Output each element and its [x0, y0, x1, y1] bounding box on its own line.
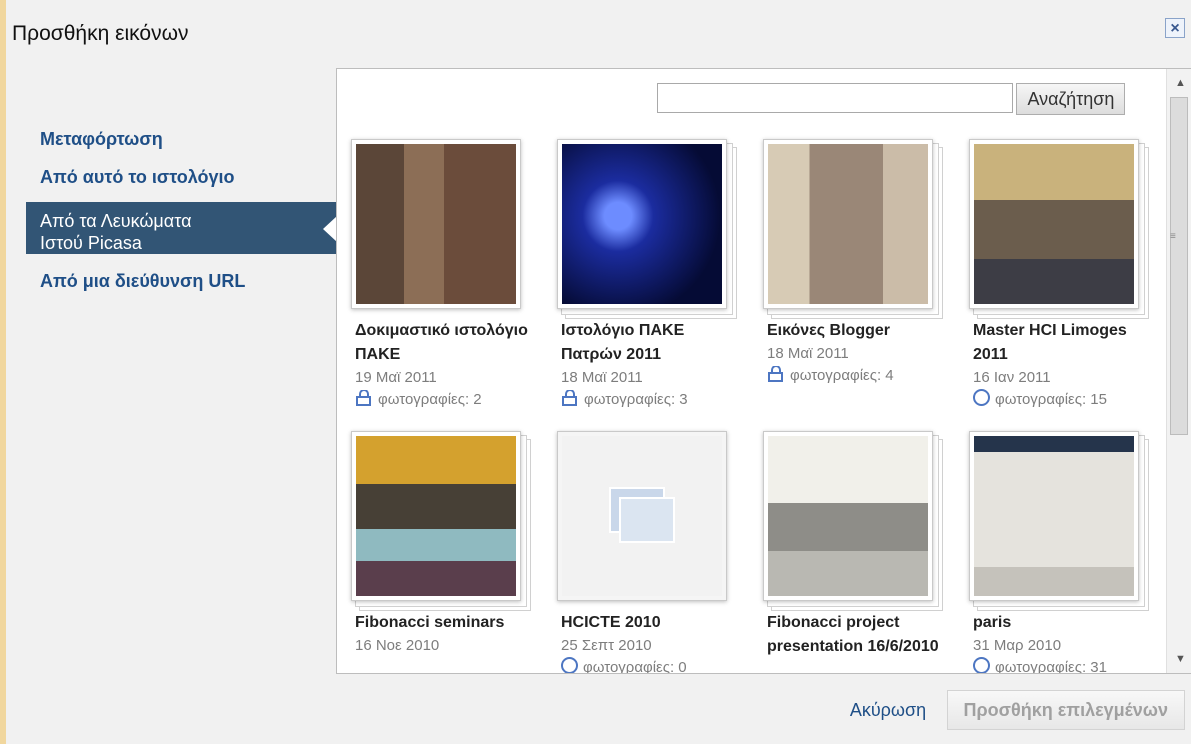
album-name: Ιστολόγιο ΠΑΚΕ Πατρών 2011: [561, 322, 685, 363]
cancel-link[interactable]: Ακύρωση: [850, 700, 926, 721]
album-photo-count: φωτογραφίες: 4: [790, 367, 894, 384]
album-name: Master HCI Limoges 2011: [973, 322, 1127, 363]
album-photo-count: φωτογραφίες: 3: [584, 391, 688, 408]
nav-from-url[interactable]: Από μια διεύθυνση URL: [26, 266, 336, 296]
scroll-thumb[interactable]: [1170, 97, 1188, 435]
add-selected-button[interactable]: Προσθήκη επιλεγμένων: [946, 690, 1185, 730]
album-photo-count: φωτογραφίες: 0: [583, 659, 687, 674]
source-navigation: Μεταφόρτωση Από αυτό το ιστολόγιο Από τα…: [26, 124, 337, 304]
globe-icon: [973, 389, 990, 406]
album-name: paris: [973, 614, 1012, 631]
lock-icon: [561, 389, 579, 406]
album-thumbnail[interactable]: [969, 431, 1149, 611]
album-panel: Αναζήτηση Δοκιμαστικό ιστολόγιο ΠΑΚΕ 19 …: [336, 68, 1191, 674]
album-name: Fibonacci seminars: [355, 614, 505, 631]
album-photo-count: φωτογραφίες: 2: [378, 391, 482, 408]
dialog-actions: Ακύρωση Προσθήκη επιλεγμένων: [850, 690, 1185, 730]
album-thumbnail[interactable]: [969, 139, 1149, 319]
album-name: Fibonacci project presentation 16/6/2010: [767, 614, 939, 655]
lock-icon: [355, 389, 373, 406]
nav-picasa-albums[interactable]: Από τα Λευκώματα Ιστού Picasa: [26, 202, 337, 254]
album-thumbnail[interactable]: [557, 431, 727, 601]
album-date: 25 Σεπτ 2010: [561, 637, 652, 654]
album-scrollbar[interactable]: ▲ ≡ ▼: [1166, 69, 1191, 673]
album-date: 18 Μαϊ 2011: [561, 369, 643, 386]
nav-from-this-blog[interactable]: Από αυτό το ιστολόγιο: [26, 162, 336, 192]
dialog-title: Προσθήκη εικόνων: [12, 22, 189, 45]
search-input[interactable]: [657, 83, 1013, 113]
album-thumbnail[interactable]: [557, 139, 737, 319]
album-date: 16 Ιαν 2011: [973, 369, 1051, 386]
search-button[interactable]: Αναζήτηση: [1016, 83, 1126, 115]
globe-icon: [973, 657, 990, 673]
album-date: 31 Μαρ 2010: [973, 637, 1062, 654]
album-cover-image: [562, 144, 722, 304]
album-cover-image: [974, 144, 1134, 304]
scroll-up-icon[interactable]: ▲: [1175, 77, 1186, 89]
album-name: Δοκιμαστικό ιστολόγιο ΠΑΚΕ: [355, 322, 528, 363]
add-images-dialog: Προσθήκη εικόνων × Μεταφόρτωση Από αυτό …: [6, 0, 1191, 744]
album-photo-count: φωτογραφίες: 15: [995, 391, 1107, 408]
album-photo-count: φωτογραφίες: 31: [995, 659, 1107, 674]
album-date: 18 Μαϊ 2011: [767, 345, 849, 362]
close-icon[interactable]: ×: [1165, 18, 1185, 38]
nav-upload[interactable]: Μεταφόρτωση: [26, 124, 336, 154]
album-cover-image: [768, 144, 928, 304]
album-cover-image: [356, 144, 516, 304]
lock-icon: [767, 365, 785, 382]
album-date: 16 Νοε 2010: [355, 637, 440, 654]
album-thumbnail[interactable]: [763, 431, 943, 611]
album-cover-image: [974, 436, 1134, 596]
search-area: Αναζήτηση: [657, 83, 1126, 115]
scroll-down-icon[interactable]: ▼: [1175, 653, 1186, 665]
album-name: HCICTE 2010: [561, 614, 661, 631]
album-date: 19 Μαϊ 2011: [355, 369, 437, 386]
album-thumbnail[interactable]: [351, 431, 531, 611]
scroll-grip-icon: ≡: [1170, 231, 1176, 242]
album-cover-image: [768, 436, 928, 596]
album-placeholder-image: [562, 436, 722, 596]
album-thumbnail[interactable]: [351, 139, 521, 309]
album-name: Εικόνες Blogger: [767, 322, 890, 339]
globe-icon: [561, 657, 578, 673]
album-cover-image: [356, 436, 516, 596]
album-thumbnail[interactable]: [763, 139, 943, 319]
album-grid: Δοκιμαστικό ιστολόγιο ΠΑΚΕ 19 Μαϊ 2011 φ…: [351, 139, 1163, 673]
